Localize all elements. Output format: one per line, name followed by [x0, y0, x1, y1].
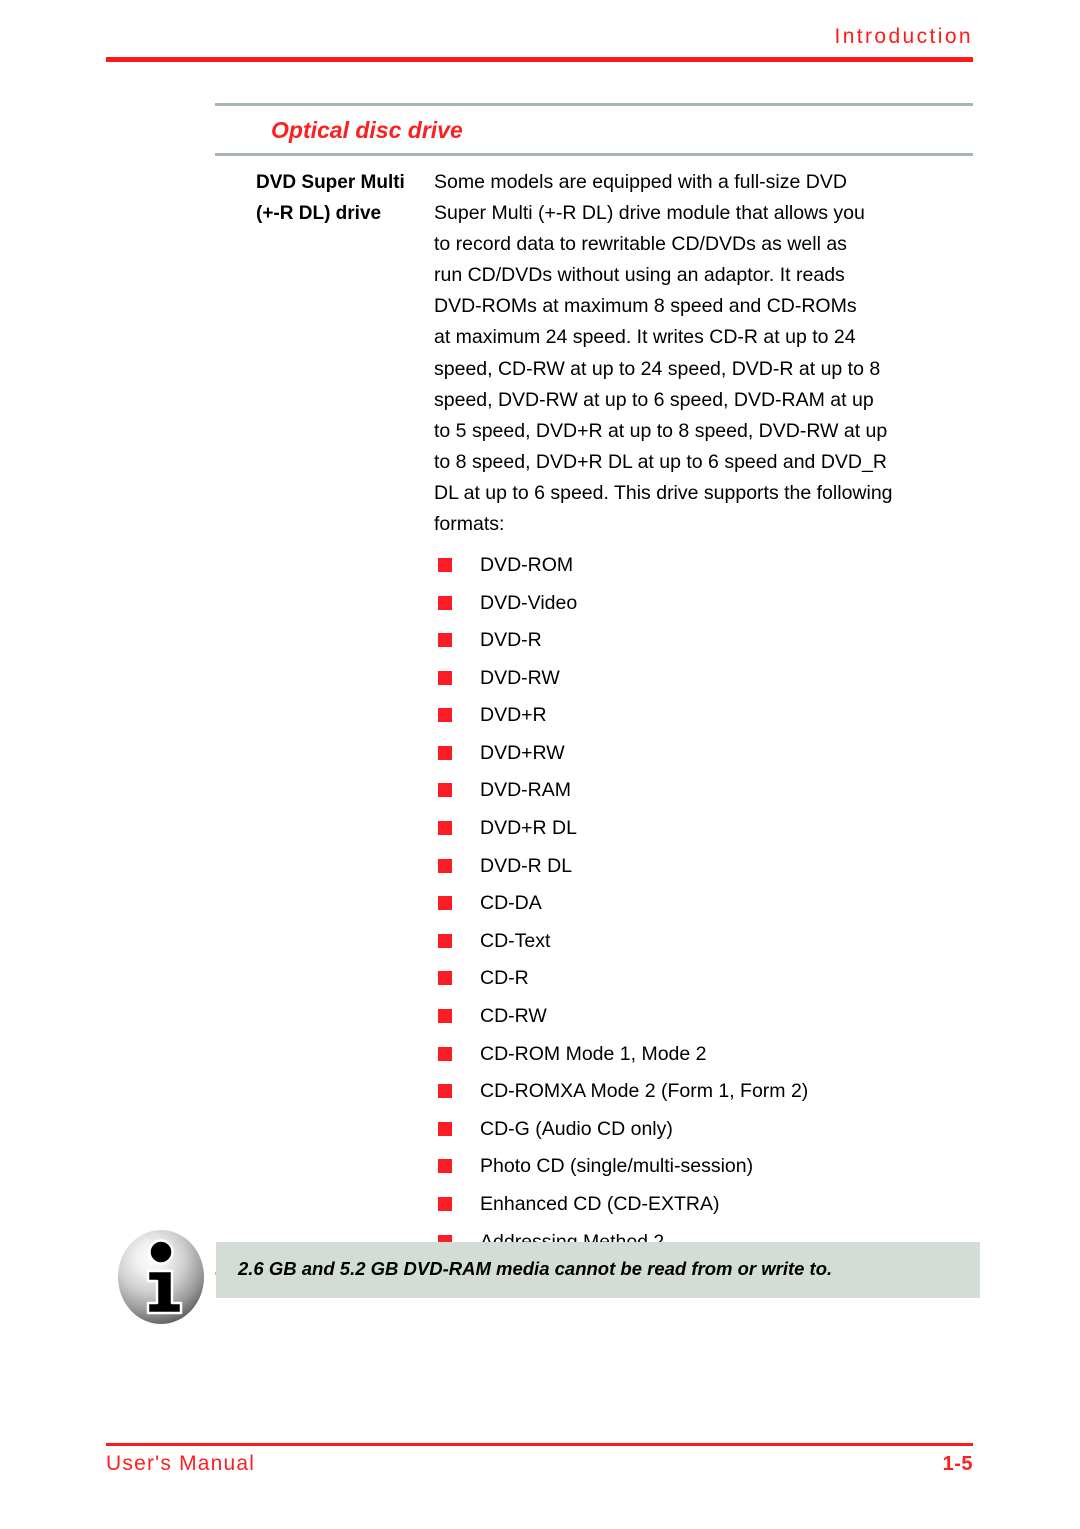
definition-term-line: (+-R DL) drive [256, 203, 382, 224]
list-item: CD-ROMXA Mode 2 (Form 1, Form 2) [434, 1072, 973, 1110]
footer-manual-label: User's Manual [106, 1452, 256, 1475]
square-bullet-icon [438, 971, 452, 986]
info-icon [118, 1230, 204, 1324]
description-line: Some models are equipped with a full-siz… [434, 171, 847, 193]
list-item: DVD-ROM [434, 546, 973, 584]
description-line: to 8 speed, DVD+R DL at up to 6 speed an… [434, 450, 887, 473]
definition-term: DVD Super Multi (+-R DL) drive [215, 167, 434, 229]
square-bullet-icon [438, 1009, 452, 1024]
list-item: DVD-RW [434, 659, 973, 697]
list-item-label: CD-ROM Mode 1, Mode 2 [480, 1042, 707, 1065]
footer-page-number: 1-5 [942, 1453, 973, 1475]
description-line: DL at up to 6 speed. This drive supports… [434, 481, 893, 504]
list-item: Photo CD (single/multi-session) [434, 1148, 973, 1186]
list-item-label: DVD-Video [480, 591, 578, 614]
square-bullet-icon [438, 933, 452, 948]
square-bullet-icon [438, 670, 452, 685]
square-bullet-icon [438, 745, 452, 760]
section-title: Optical disc drive [271, 117, 463, 143]
square-bullet-icon [438, 557, 452, 572]
note-box: 2.6 GB and 5.2 GB DVD-RAM media cannot b… [216, 1242, 980, 1298]
list-item-label: CD-RW [480, 1005, 547, 1028]
header-red-rule [106, 57, 973, 62]
page-header: Introduction [106, 24, 973, 62]
square-bullet-icon [438, 896, 452, 911]
list-item: DVD-R DL [434, 847, 973, 885]
list-item: Enhanced CD (CD-EXTRA) [434, 1185, 973, 1223]
section-title-row: Optical disc drive [215, 106, 973, 153]
footer-red-rule [106, 1443, 973, 1446]
square-bullet-icon [438, 1084, 452, 1099]
list-item: CD-R [434, 960, 973, 998]
list-item-label: Enhanced CD (CD-EXTRA) [480, 1193, 720, 1216]
description-line: DVD-ROMs at maximum 8 speed and CD-ROMs [434, 295, 857, 318]
note-block: 2.6 GB and 5.2 GB DVD-RAM media cannot b… [118, 1228, 980, 1328]
list-item-label: DVD-R [480, 629, 542, 652]
list-item-label: DVD+RW [480, 741, 565, 764]
description-line: Super Multi (+-R DL) drive module that a… [434, 202, 865, 225]
description-line: speed, CD-RW at up to 24 speed, DVD-R at… [434, 357, 881, 380]
square-bullet-icon [438, 595, 452, 610]
square-bullet-icon [438, 1121, 452, 1136]
list-item: DVD-RAM [434, 772, 973, 810]
list-item: DVD+R DL [434, 809, 973, 847]
square-bullet-icon [438, 858, 452, 873]
description-line: to 5 speed, DVD+R at up to 8 speed, DVD-… [434, 419, 888, 442]
supported-formats-list: DVD-ROM DVD-Video DVD-R DVD-RW DVD+R DVD… [434, 546, 973, 1260]
list-item-label: DVD+R [480, 704, 547, 727]
list-item-label: CD-R [480, 967, 529, 990]
list-item: DVD-R [434, 621, 973, 659]
description-line: at maximum 24 speed. It writes CD-R at u… [434, 326, 856, 349]
square-bullet-icon [438, 1197, 452, 1212]
list-item: CD-DA [434, 884, 973, 922]
description-line: run CD/DVDs without using an adaptor. It… [434, 264, 845, 287]
list-item-label: CD-Text [480, 929, 551, 952]
description-line: speed, DVD-RW at up to 6 speed, DVD-RAM … [434, 388, 874, 411]
main-content: Optical disc drive DVD Super Multi (+-R … [215, 103, 973, 1276]
list-item-label: CD-ROMXA Mode 2 (Form 1, Form 2) [480, 1080, 809, 1103]
list-item: DVD+R [434, 697, 973, 735]
page-header-title: Introduction [834, 25, 973, 48]
description-line: formats: [434, 513, 505, 536]
list-item: CD-RW [434, 997, 973, 1035]
list-item-label: DVD-RW [480, 666, 560, 689]
list-item-label: DVD+R DL [480, 817, 577, 840]
footer-row: User's Manual 1-5 [106, 1452, 973, 1476]
description-line: to record data to rewritable CD/DVDs as … [434, 233, 847, 256]
info-icon-glyph [146, 1239, 183, 1315]
square-bullet-icon [438, 1159, 452, 1174]
list-item: CD-G (Audio CD only) [434, 1110, 973, 1148]
definition-term-line: DVD Super Multi [256, 172, 405, 193]
list-item-label: DVD-RAM [480, 779, 571, 802]
list-item: DVD+RW [434, 734, 973, 772]
square-bullet-icon [438, 783, 452, 798]
description-paragraph: Some models are equipped with a full-siz… [434, 167, 973, 540]
square-bullet-icon [438, 1046, 452, 1061]
list-item-label: DVD-ROM [480, 553, 574, 576]
definition-table: DVD Super Multi (+-R DL) drive Some mode… [215, 156, 973, 1260]
note-text: 2.6 GB and 5.2 GB DVD-RAM media cannot b… [238, 1258, 833, 1279]
square-bullet-icon [438, 821, 452, 836]
list-item: CD-ROM Mode 1, Mode 2 [434, 1035, 973, 1073]
list-item-label: CD-DA [480, 892, 542, 915]
list-item: DVD-Video [434, 584, 973, 622]
definition-description: Some models are equipped with a full-siz… [434, 167, 973, 1260]
list-item-label: Photo CD (single/multi-session) [480, 1155, 754, 1178]
list-item-label: CD-G (Audio CD only) [480, 1117, 673, 1140]
square-bullet-icon [438, 708, 452, 723]
list-item-label: DVD-R DL [480, 854, 573, 877]
square-bullet-icon [438, 633, 452, 648]
list-item: CD-Text [434, 922, 973, 960]
page-footer: User's Manual 1-5 [106, 1443, 973, 1476]
